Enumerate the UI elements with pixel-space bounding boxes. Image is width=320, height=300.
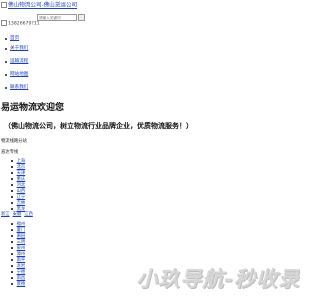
search-form <box>37 14 85 21</box>
bullet-icon <box>11 202 13 204</box>
hotline: 13826679?11 <box>1 20 40 27</box>
bullet-icon <box>11 271 13 273</box>
province-link[interactable]: 浙江 <box>1 211 10 217</box>
nav-item-sitemap[interactable]: 网站地图 <box>5 72 28 78</box>
nav-item-contact[interactable]: 联系我们 <box>5 85 28 91</box>
network-title: 物流线路分站 <box>1 139 27 144</box>
bullet-icon <box>11 241 13 243</box>
list-item[interactable]: 景德 <box>11 281 25 287</box>
bullet-icon <box>11 160 13 162</box>
nav-item-about[interactable]: 关于我们 <box>5 46 28 52</box>
search-input[interactable] <box>37 14 77 21</box>
page: { "header": { "logo_alt": "佛山物流公司-佛山货运公司… <box>0 0 300 300</box>
bullet-icon <box>5 87 7 89</box>
city-route-list: 福州 厦门 莆田 三明 泉州 漳州 南平 龙岩 宁德 南昌 景德 <box>11 221 25 287</box>
bullet-icon <box>11 277 13 279</box>
province-link[interactable]: 安徽 <box>13 211 22 217</box>
bullet-icon <box>11 172 13 174</box>
bullet-icon <box>11 208 13 210</box>
bullet-icon <box>11 265 13 267</box>
nav-item-process[interactable]: 运输流程 <box>5 59 28 65</box>
logo-link[interactable]: 佛山物流公司-佛山货运公司 <box>8 3 77 9</box>
city-link[interactable]: 景德 <box>17 281 26 287</box>
broken-image-icon <box>1 2 7 8</box>
nav-link[interactable]: 首页 <box>10 36 19 42</box>
logo[interactable]: 佛山物流公司-佛山货运公司 <box>1 2 77 10</box>
direct-label: 直达专线 <box>1 150 19 155</box>
bullet-icon <box>11 235 13 237</box>
broken-image-icon <box>1 20 7 26</box>
nav-link[interactable]: 网站地图 <box>10 72 28 78</box>
nav-link[interactable]: 关于我们 <box>10 46 28 52</box>
bullet-icon <box>11 247 13 249</box>
bullet-icon <box>11 253 13 255</box>
page-title: 易运物流欢迎您 <box>1 103 65 113</box>
nav-link[interactable]: 联系我们 <box>10 85 28 91</box>
bullet-icon <box>5 48 7 50</box>
bullet-icon <box>11 283 13 285</box>
bullet-icon <box>11 178 13 180</box>
nav-link[interactable]: 运输流程 <box>10 59 28 65</box>
direct-route-list: 上海 北京 天津 重庆 河北 山西 辽宁 吉林 黑龙 <box>11 158 25 212</box>
page-subtitle: （佛山物流公司，树立物流行业品牌企业，优质物流服务！） <box>4 122 193 130</box>
bullet-icon <box>5 74 7 76</box>
bullet-icon <box>11 229 13 231</box>
bullet-icon <box>11 166 13 168</box>
bullet-icon <box>5 38 7 40</box>
bullet-icon <box>11 259 13 261</box>
bullet-icon <box>11 223 13 225</box>
hotline-text: 13826679?11 <box>8 21 40 27</box>
bullet-icon <box>11 184 13 186</box>
nav-item-home[interactable]: 首页 <box>5 36 19 42</box>
watermark: 小玖导航-秒收录 <box>136 267 300 291</box>
bullet-icon <box>5 61 7 63</box>
province-row: 浙江 安徽 江西 <box>1 211 33 217</box>
bullet-icon <box>11 196 13 198</box>
bullet-icon <box>11 190 13 192</box>
search-button[interactable] <box>78 14 85 21</box>
province-link[interactable]: 江西 <box>24 211 33 217</box>
